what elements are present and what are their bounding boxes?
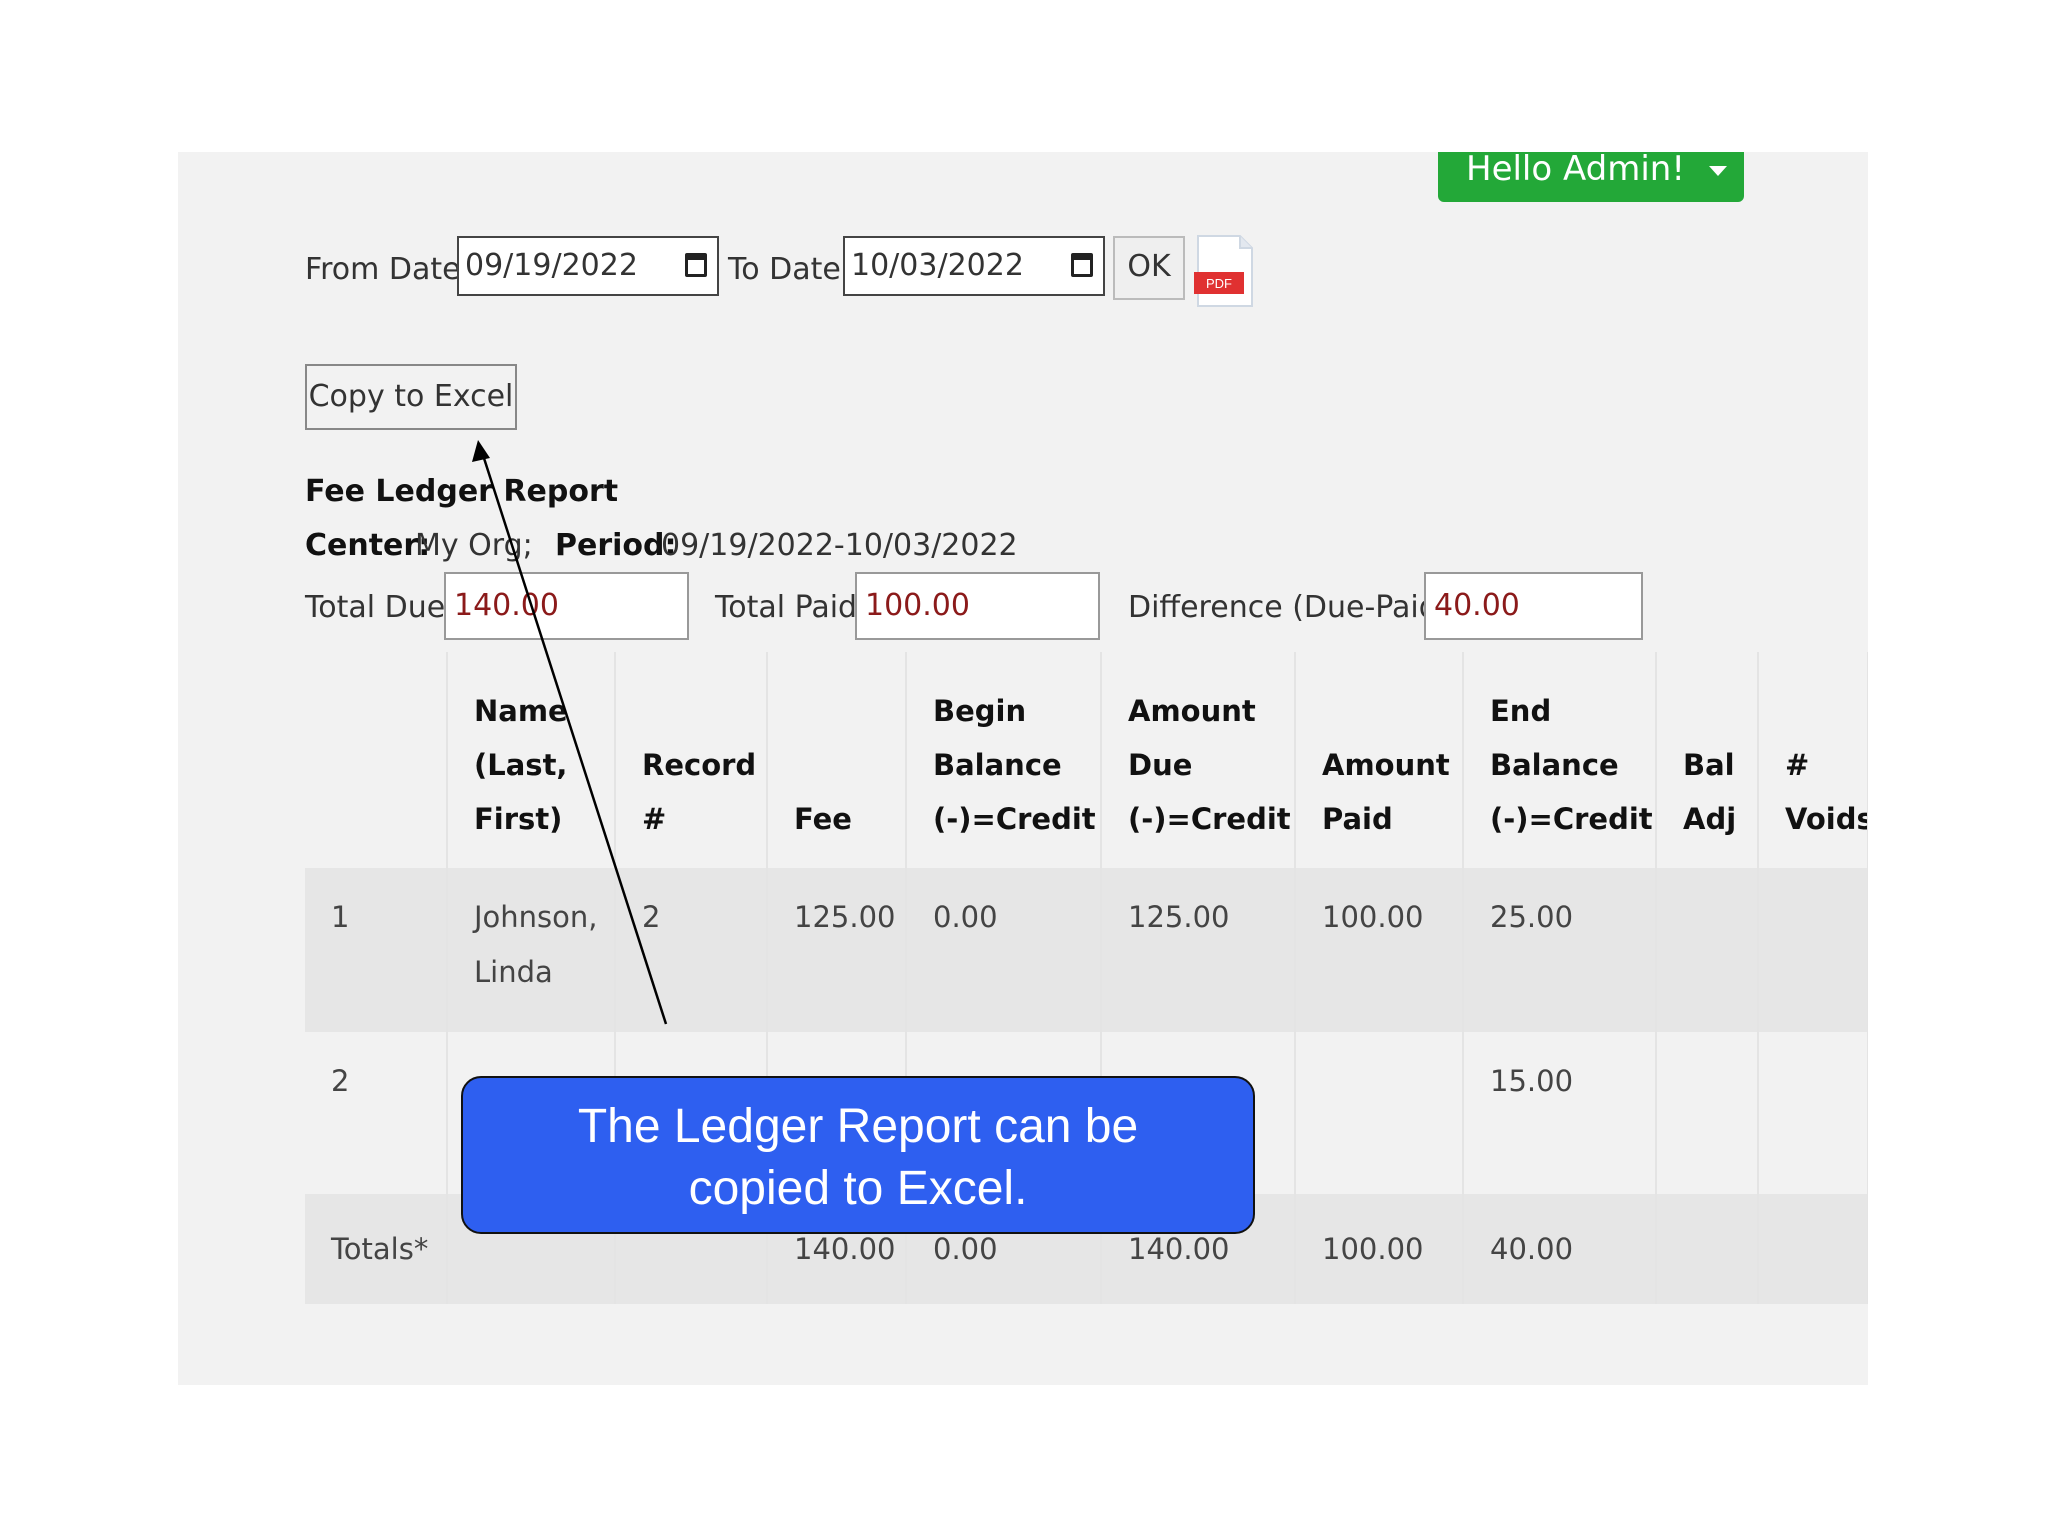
calendar-icon[interactable] bbox=[685, 253, 707, 277]
col-header-bal-adj[interactable]: Bal Adj bbox=[1656, 652, 1759, 868]
cell-bal-adj bbox=[1656, 868, 1759, 1032]
report-title: Fee Ledger Report bbox=[305, 474, 619, 509]
col-header-record[interactable]: Record # bbox=[615, 652, 768, 868]
user-menu-label: Hello Admin! bbox=[1466, 152, 1685, 189]
ok-button[interactable]: OK bbox=[1113, 236, 1185, 300]
cell-amount-paid: 100.00 bbox=[1295, 868, 1464, 1032]
col-header-index bbox=[305, 652, 448, 868]
difference-label: Difference (Due-Paid): bbox=[1128, 590, 1460, 625]
cell-index: 2 bbox=[305, 1032, 448, 1194]
cell-end-balance: 25.00 bbox=[1463, 868, 1657, 1032]
cell-fee: 125.00 bbox=[767, 868, 907, 1032]
table-row: 1 Johnson, Linda 2 125.00 0.00 125.00 100… bbox=[305, 868, 1868, 1032]
copy-to-excel-button[interactable]: Copy to Excel bbox=[305, 364, 517, 430]
pdf-badge-text: PDF bbox=[1206, 276, 1232, 291]
table-header-row: Name (Last, First) Record # Fee Begin Balanc… bbox=[305, 652, 1868, 868]
cell-index: 1 bbox=[305, 868, 448, 1032]
callout-line-1: The Ledger Report can be bbox=[577, 1100, 1139, 1153]
total-amount-paid: 100.00 bbox=[1295, 1194, 1464, 1304]
cell-end-balance: 15.00 bbox=[1463, 1032, 1657, 1194]
difference-field[interactable]: 40.00 bbox=[1424, 572, 1643, 640]
calendar-icon[interactable] bbox=[1071, 253, 1093, 277]
cell-voids bbox=[1758, 1194, 1868, 1304]
total-paid-label: Total Paid: bbox=[715, 590, 868, 625]
cell-name: Johnson, Linda bbox=[447, 868, 616, 1032]
from-date-input[interactable]: 09/19/2022 bbox=[457, 236, 719, 296]
col-header-begin-balance[interactable]: Begin Balance (-)=Credit bbox=[906, 652, 1102, 868]
callout-box: The Ledger Report can be copied to Excel… bbox=[461, 1076, 1255, 1234]
total-due-field[interactable]: 140.00 bbox=[444, 572, 689, 640]
caret-down-icon bbox=[1708, 165, 1727, 176]
total-end-balance: 40.00 bbox=[1463, 1194, 1657, 1304]
cell-begin-balance: 0.00 bbox=[906, 868, 1102, 1032]
col-header-end-balance[interactable]: End Balance (-)=Credit bbox=[1463, 652, 1657, 868]
to-date-value: 10/03/2022 bbox=[851, 248, 1024, 283]
col-header-name[interactable]: Name (Last, First) bbox=[447, 652, 616, 868]
period-label: Period: bbox=[555, 528, 677, 563]
col-header-amount-paid[interactable]: Amount Paid bbox=[1295, 652, 1464, 868]
cell-amount-due: 125.00 bbox=[1101, 868, 1296, 1032]
cell-voids bbox=[1758, 1032, 1868, 1194]
from-date-value: 09/19/2022 bbox=[465, 248, 638, 283]
total-paid-field[interactable]: 100.00 bbox=[855, 572, 1100, 640]
col-header-amount-due[interactable]: Amount Due (-)=Credit bbox=[1101, 652, 1296, 868]
cell-bal-adj bbox=[1656, 1194, 1759, 1304]
cell-record: 2 bbox=[615, 868, 768, 1032]
cell-amount-paid bbox=[1295, 1032, 1464, 1194]
period-value: 09/19/2022-10/03/2022 bbox=[661, 528, 1018, 563]
user-menu-button[interactable]: Hello Admin! bbox=[1438, 152, 1744, 202]
callout-line-2: copied to Excel. bbox=[688, 1162, 1028, 1215]
center-value: My Org; bbox=[415, 528, 533, 563]
to-date-input[interactable]: 10/03/2022 bbox=[843, 236, 1105, 296]
to-date-label: To Date: bbox=[728, 252, 851, 287]
pdf-icon[interactable]: PDF bbox=[1194, 234, 1256, 308]
center-label: Center: bbox=[305, 528, 431, 563]
from-date-label: From Date: bbox=[305, 252, 471, 287]
cell-bal-adj bbox=[1656, 1032, 1759, 1194]
cell-voids bbox=[1758, 868, 1868, 1032]
col-header-fee[interactable]: Fee bbox=[767, 652, 907, 868]
col-header-voids[interactable]: # Voids bbox=[1758, 652, 1868, 868]
total-due-label: Total Due: bbox=[305, 590, 456, 625]
totals-label: Totals* bbox=[305, 1194, 448, 1304]
